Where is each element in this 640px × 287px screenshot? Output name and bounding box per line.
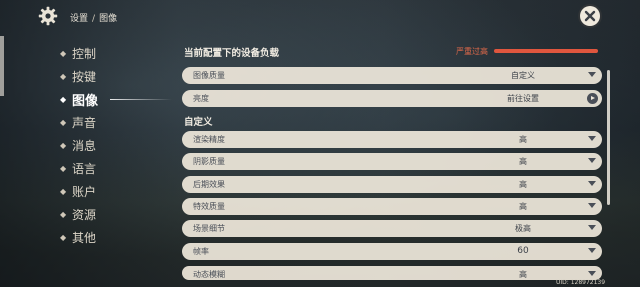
breadcrumb-separator: /: [92, 14, 96, 24]
setting-label: 后期效果: [193, 180, 225, 189]
nav-item-account[interactable]: ◆ 账户: [60, 180, 98, 203]
shadow-quality-row[interactable]: 阴影质量 高: [182, 153, 602, 170]
setting-value: 高: [519, 202, 527, 211]
nav-item-resources[interactable]: ◆ 资源: [60, 203, 98, 226]
nav-bullet-icon: ◆: [60, 95, 67, 104]
side-handle: [0, 36, 4, 96]
dropdown-caret-icon: [588, 72, 596, 77]
graphics-quality-row[interactable]: 图像质量 自定义: [182, 67, 602, 84]
nav-bullet-icon: ◆: [60, 118, 67, 127]
effects-quality-row[interactable]: 特效质量 高: [182, 198, 602, 215]
nav-item-label: 其他: [72, 231, 97, 245]
device-load-title: 当前配置下的设备负载: [184, 48, 280, 59]
device-load-bar: [494, 49, 598, 53]
setting-value: 极高: [515, 224, 531, 233]
setting-value: 前往设置: [507, 94, 539, 103]
setting-label: 特效质量: [193, 202, 225, 211]
post-processing-row[interactable]: 后期效果 高: [182, 176, 602, 193]
setting-label: 帧率: [193, 247, 209, 256]
setting-value: 自定义: [511, 71, 535, 80]
dropdown-caret-icon: [588, 181, 596, 186]
active-indicator: [110, 99, 172, 100]
nav-bullet-icon: ◆: [60, 141, 67, 150]
nav-bullet-icon: ◆: [60, 187, 67, 196]
nav-item-label: 控制: [72, 47, 97, 61]
nav-bullet-icon: ◆: [60, 72, 67, 81]
setting-label: 动态模糊: [193, 270, 225, 279]
dropdown-caret-icon: [588, 271, 596, 276]
nav-item-other[interactable]: ◆ 其他: [60, 226, 98, 249]
dropdown-caret-icon: [588, 136, 596, 141]
top-bar: 设置 / 图像: [0, 0, 640, 32]
dropdown-caret-icon: [588, 203, 596, 208]
setting-label: 亮度: [193, 94, 209, 103]
nav-item-label: 图像: [72, 94, 99, 109]
nav-item-keybinds[interactable]: ◆ 按键: [60, 65, 98, 88]
nav-bullet-icon: ◆: [60, 49, 67, 58]
nav-item-label: 账户: [72, 185, 97, 199]
setting-label: 场景细节: [193, 224, 225, 233]
settings-nav: ◆ 控制 ◆ 按键 ◆ 图像 ◆ 声音 ◆ 消息 ◆ 语言 ◆ 账户 ◆ 资源 ◆ 其他: [60, 42, 172, 249]
dropdown-caret-icon: [588, 225, 596, 230]
setting-value: 高: [519, 270, 527, 279]
render-resolution-row[interactable]: 渲染精度 高: [182, 131, 602, 148]
device-load-status: 严重过高: [456, 47, 488, 56]
dropdown-caret-icon: [588, 158, 596, 163]
nav-bullet-icon: ◆: [60, 164, 67, 173]
nav-item-label: 按键: [72, 70, 97, 84]
uid-label: UID: 128972139: [556, 279, 606, 286]
custom-section-title: 自定义: [184, 117, 213, 128]
setting-value: 60: [517, 246, 529, 256]
setting-value: 高: [519, 180, 527, 189]
nav-item-language[interactable]: ◆ 语言: [60, 157, 98, 180]
breadcrumb-root: 设置: [70, 14, 89, 24]
nav-item-controls[interactable]: ◆ 控制: [60, 42, 98, 65]
setting-label: 图像质量: [193, 71, 225, 80]
scene-detail-row[interactable]: 场景细节 极高: [182, 220, 602, 237]
gear-icon: [38, 6, 58, 26]
nav-item-graphics[interactable]: ◆ 图像: [60, 88, 172, 111]
nav-item-label: 资源: [72, 208, 97, 222]
setting-label: 阴影质量: [193, 157, 225, 166]
nav-item-audio[interactable]: ◆ 声音: [60, 111, 98, 134]
nav-item-label: 声音: [72, 116, 97, 130]
setting-value: 高: [519, 135, 527, 144]
close-button[interactable]: [580, 6, 600, 26]
setting-value: 高: [519, 157, 527, 166]
dropdown-caret-icon: [588, 248, 596, 253]
motion-blur-row[interactable]: 动态模糊 高: [182, 266, 602, 280]
brightness-row[interactable]: 亮度 前往设置: [182, 90, 602, 107]
breadcrumb-current: 图像: [99, 14, 118, 24]
scrollbar[interactable]: [607, 70, 610, 205]
setting-label: 渲染精度: [193, 135, 225, 144]
frame-rate-row[interactable]: 帧率 60: [182, 243, 602, 260]
nav-bullet-icon: ◆: [60, 210, 67, 219]
breadcrumb: 设置 / 图像: [70, 11, 117, 24]
nav-item-label: 消息: [72, 139, 97, 153]
arrow-right-icon: [587, 93, 598, 104]
close-icon: [584, 10, 596, 22]
nav-item-messages[interactable]: ◆ 消息: [60, 134, 98, 157]
nav-bullet-icon: ◆: [60, 233, 67, 242]
nav-item-label: 语言: [72, 162, 97, 176]
